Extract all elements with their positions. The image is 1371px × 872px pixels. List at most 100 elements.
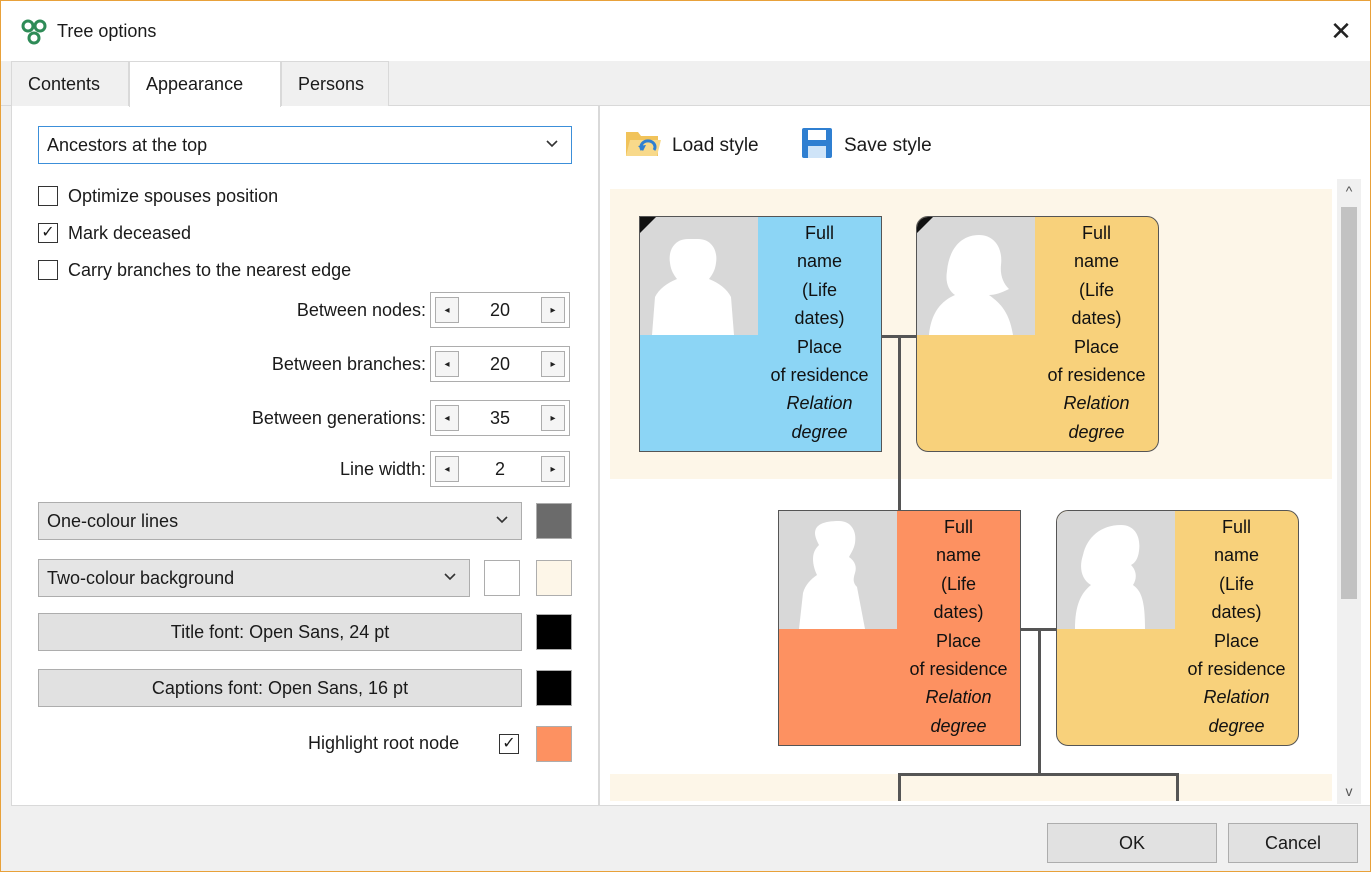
close-button[interactable]: ✕ [1312,1,1370,61]
caption-line: degree [1208,715,1265,736]
save-style-label: Save style [844,135,932,156]
caption-line: name [1213,545,1260,566]
caption-line: degree [1068,421,1125,442]
highlight-color-swatch[interactable] [536,726,572,762]
preview-scrollbar[interactable]: ^ v [1337,179,1361,804]
caption-line: of residence [770,365,869,386]
scroll-thumb[interactable] [1341,207,1357,599]
parent-child-connector [898,335,901,511]
scroll-up-icon[interactable]: ^ [1337,179,1361,203]
between-nodes-row: Between nodes: ◂ 20 ▸ [297,292,570,328]
between-branches-spinner[interactable]: ◂ 20 ▸ [430,346,570,382]
line-width-row: Line width: ◂ 2 ▸ [340,451,570,487]
caption-line: dates) [1071,308,1122,329]
lines-style-select[interactable]: One-colour lines [38,502,522,540]
captions-font-button[interactable]: Captions font: Open Sans, 16 pt [38,669,522,707]
mark-deceased-checkbox-row[interactable]: ✓ Mark deceased [38,220,191,246]
tab-appearance[interactable]: Appearance [129,61,281,107]
optimize-spouses-checkbox[interactable] [38,186,58,206]
carry-branches-checkbox-row[interactable]: Carry branches to the nearest edge [38,257,351,283]
preview-panel: Load style Save style Full name (Life da… [599,106,1370,806]
caption-line: (Life [1078,279,1114,300]
spin-value: 20 [489,353,511,374]
captions-font-color-swatch[interactable] [536,670,572,706]
close-icon: ✕ [1330,15,1352,46]
mark-deceased-checkbox[interactable]: ✓ [38,223,58,243]
caption-line: of residence [1187,659,1286,680]
decrement-button[interactable]: ◂ [435,351,459,377]
deceased-marker-icon [917,217,933,233]
increment-button[interactable]: ▸ [541,405,565,431]
caption-line: Full [1221,517,1251,537]
caption-line: Relation [925,687,992,708]
load-style-button[interactable]: Load style [624,126,759,166]
between-generations-spinner[interactable]: ◂ 35 ▸ [430,400,570,436]
tree-node-root: Full name (Life dates) Place of residenc… [778,510,1021,746]
caption-line: Full [943,517,973,537]
child-connector [898,773,901,801]
decrement-button[interactable]: ◂ [435,456,459,482]
caption-line: Relation [1063,393,1130,414]
caption-line: (Life [801,279,837,300]
highlight-root-label: Highlight root node [308,733,460,753]
caption-line: Place [935,630,982,651]
caption-line: (Life [940,573,976,594]
cancel-label: Cancel [1264,832,1322,853]
node-caption: Full name (Life dates) Place of residenc… [897,513,1020,740]
background-color-1-swatch[interactable] [484,560,520,596]
caption-line: of residence [1047,365,1146,386]
window-title: Tree options [57,21,157,41]
scroll-down-icon[interactable]: v [1337,779,1361,803]
increment-button[interactable]: ▸ [541,297,565,323]
layout-select[interactable]: Ancestors at the top [38,126,572,164]
lines-style-value: One-colour lines [47,510,179,531]
node-caption: Full name (Life dates) Place of residenc… [1175,513,1298,740]
tab-label: Contents [28,73,101,94]
title-font-label: Title font: Open Sans, 24 pt [170,621,390,642]
tab-persons[interactable]: Persons [281,61,389,106]
caption-line: name [935,545,982,566]
line-color-swatch[interactable] [536,503,572,539]
caption-line: Relation [786,393,853,414]
ok-button[interactable]: OK [1047,823,1217,863]
tree-preview: Full name (Life dates) Place of residenc… [610,189,1332,801]
caption-line: Place [796,336,843,357]
title-font-color-swatch[interactable] [536,614,572,650]
increment-button[interactable]: ▸ [541,351,565,377]
child-connector [1176,773,1179,801]
checkbox-label: Carry branches to the nearest edge [68,259,352,280]
tree-node-spouse: Full name (Life dates) Place of residenc… [1056,510,1299,746]
female-silhouette-icon [917,217,1035,335]
title-font-button[interactable]: Title font: Open Sans, 24 pt [38,613,522,651]
deceased-marker-icon [640,217,656,233]
tab-contents[interactable]: Contents [11,61,129,106]
decrement-button[interactable]: ◂ [435,297,459,323]
background-style-select[interactable]: Two-colour background [38,559,470,597]
tab-label: Persons [298,73,365,94]
increment-button[interactable]: ▸ [540,456,565,482]
highlight-root-checkbox[interactable]: ✓ [499,734,519,754]
spin-value: 20 [489,299,511,320]
line-width-spinner[interactable]: ◂ 2 ▸ [430,451,570,487]
male-silhouette-icon [779,511,897,629]
optimize-spouses-checkbox-row[interactable]: Optimize spouses position [38,183,278,209]
caption-line: of residence [909,659,1008,680]
between-nodes-spinner[interactable]: ◂ 20 ▸ [430,292,570,328]
caption-line: Relation [1203,687,1270,708]
tab-label: Appearance [146,74,244,94]
cancel-button[interactable]: Cancel [1228,823,1358,863]
background-color-2-swatch[interactable] [536,560,572,596]
checkbox-label: Optimize spouses position [68,185,279,206]
spin-label: Between generations: [251,407,426,428]
tab-strip: Contents Appearance Persons [1,61,1370,107]
checkbox-label: Mark deceased [68,222,192,243]
carry-branches-checkbox[interactable] [38,260,58,280]
save-style-button[interactable]: Save style [800,126,932,166]
chevron-down-icon [443,569,457,586]
caption-line: Place [1213,630,1260,651]
decrement-button[interactable]: ◂ [435,405,459,431]
caption-line: degree [791,421,848,442]
caption-line: name [1073,251,1120,272]
between-generations-row: Between generations: ◂ 35 ▸ [252,400,570,436]
caption-line: degree [930,715,987,736]
